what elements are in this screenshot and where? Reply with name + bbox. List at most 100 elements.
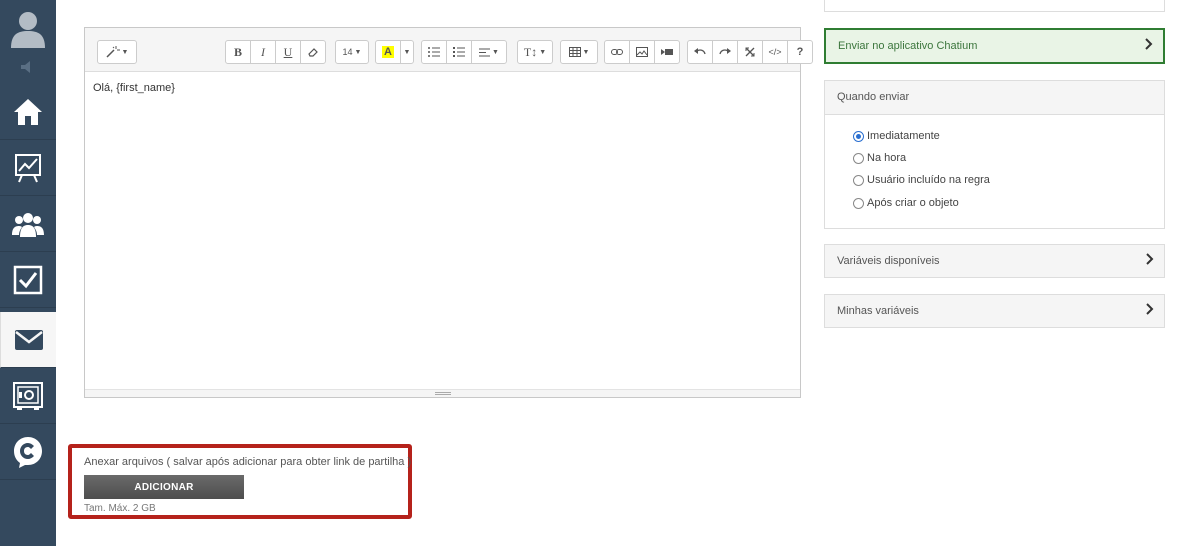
radio-label: Na hora [867, 152, 907, 164]
radio-label: Após criar o objeto [867, 197, 959, 209]
table-group: ▼ [560, 40, 598, 64]
redo-button[interactable] [712, 40, 738, 64]
when-to-send-options: Imediatamente Na hora Usuário incluído n… [825, 115, 1164, 228]
highlight-color-icon: A [382, 46, 394, 58]
radio-button[interactable] [853, 174, 864, 186]
bullet-list-icon [428, 47, 440, 57]
radio-option-at-time[interactable]: Na hora [853, 152, 906, 164]
insert-link-button[interactable] [604, 40, 630, 64]
font-size-value: 14 [342, 47, 353, 57]
sidebar-item-home[interactable] [0, 84, 56, 140]
code-icon: </> [768, 47, 782, 57]
editor-toolbar: ▼ B I U 14 ▼ A ▼ ▼ T↕ ▼ ▼ </> ? [85, 28, 813, 72]
sidebar-item-tasks[interactable] [0, 252, 56, 308]
when-to-send-title: Quando enviar [837, 91, 910, 103]
video-icon [661, 49, 673, 55]
sidebar-item-chatium[interactable] [0, 424, 56, 480]
chatium-logo-icon [14, 436, 42, 468]
speaker-icon [21, 61, 30, 73]
radio-option-after-create[interactable]: Após criar o objeto [853, 197, 959, 209]
line-height-icon: T↕ [523, 44, 538, 59]
my-variables-label: Minhas variáveis [837, 305, 919, 317]
attachments-section: Anexar arquivos ( salvar após adicionar … [68, 444, 412, 519]
numbered-list-button[interactable] [446, 40, 472, 64]
radio-button-checked[interactable] [853, 130, 864, 142]
chevron-right-icon [1146, 253, 1154, 265]
attachments-title: Anexar arquivos ( salvar após adicionar … [84, 456, 412, 468]
radio-button[interactable] [853, 197, 864, 209]
available-variables-panel[interactable]: Variáveis disponíveis [824, 244, 1165, 278]
font-size-group: 14 ▼ [335, 40, 369, 64]
bullet-list-button[interactable] [421, 40, 447, 64]
rich-text-editor: ▼ B I U 14 ▼ A ▼ ▼ T↕ ▼ ▼ </> ? Olá, {fi… [84, 27, 813, 398]
caret-down-icon: ▼ [539, 48, 547, 56]
history-group: </> ? [687, 40, 813, 64]
editor-content-text: Olá, {first_name} [93, 82, 175, 94]
font-size-select[interactable]: 14 ▼ [335, 40, 369, 64]
radio-button[interactable] [853, 152, 864, 164]
my-variables-panel[interactable]: Minhas variáveis [824, 294, 1165, 328]
sidebar-item-messages[interactable] [0, 312, 56, 368]
sidebar-item-users[interactable] [0, 196, 56, 252]
home-icon [14, 98, 42, 125]
insert-image-button[interactable] [629, 40, 655, 64]
image-icon [636, 47, 648, 57]
sidebar-item-reports[interactable] [0, 140, 56, 196]
caret-down-icon: ▼ [354, 48, 362, 56]
radio-option-user-included[interactable]: Usuário incluído na regra [853, 174, 990, 186]
radio-label: Imediatamente [867, 130, 940, 142]
insert-video-button[interactable] [654, 40, 680, 64]
chart-board-icon [15, 153, 41, 182]
align-select[interactable]: ▼ [471, 40, 507, 64]
numbered-list-icon [453, 47, 465, 57]
text-color-button[interactable]: A [375, 40, 401, 64]
line-height-select[interactable]: T↕ ▼ [517, 40, 553, 64]
editor-resize-handle[interactable] [85, 389, 800, 397]
sound-toggle[interactable] [0, 56, 56, 78]
insert-group [604, 40, 680, 64]
radio-label: Usuário incluído na regra [867, 174, 990, 186]
add-attachment-button[interactable]: ADICIONAR [84, 475, 244, 499]
table-select[interactable]: ▼ [560, 40, 598, 64]
fullscreen-button[interactable] [737, 40, 763, 64]
undo-button[interactable] [687, 40, 713, 64]
code-view-button[interactable]: </> [762, 40, 788, 64]
magic-style-button[interactable]: ▼ [97, 40, 137, 64]
eraser-icon [308, 48, 318, 57]
user-avatar-icon [11, 12, 45, 48]
align-left-icon [479, 48, 491, 56]
users-icon [12, 212, 44, 237]
clear-format-button[interactable] [300, 40, 326, 64]
help-button[interactable]: ? [787, 40, 813, 64]
color-dropdown-button[interactable]: ▼ [400, 40, 414, 64]
italic-button[interactable]: I [250, 40, 276, 64]
user-avatar[interactable] [0, 0, 56, 56]
undo-icon [694, 48, 706, 55]
send-in-app-panel[interactable]: Enviar no aplicativo Chatium [824, 28, 1165, 64]
underline-icon: U [283, 44, 293, 59]
max-size-text: Tam. Máx. 2 GB [84, 503, 156, 514]
line-height-group: T↕ ▼ [517, 40, 553, 64]
safe-icon [13, 381, 43, 410]
editor-content-area[interactable]: Olá, {first_name} [85, 72, 800, 390]
format-group: B I U [225, 40, 326, 64]
sidebar [0, 0, 56, 546]
bold-icon: B [233, 44, 242, 59]
resize-grip-icon [434, 392, 451, 395]
sidebar-item-vault[interactable] [0, 368, 56, 424]
when-to-send-panel: Quando enviar Imediatamente Na hora Usuá… [824, 80, 1165, 229]
available-variables-label: Variáveis disponíveis [837, 255, 940, 267]
chevron-right-icon [1146, 303, 1154, 315]
redo-icon [719, 48, 731, 55]
top-panel-remnant [824, 0, 1165, 12]
caret-down-icon: ▼ [582, 48, 590, 56]
radio-option-immediately[interactable]: Imediatamente [853, 130, 940, 142]
caret-down-icon: ▼ [492, 48, 499, 56]
italic-icon: I [261, 44, 265, 59]
link-icon [611, 49, 623, 55]
bold-button[interactable]: B [225, 40, 251, 64]
expand-icon [745, 47, 755, 57]
magic-wand-icon [106, 46, 120, 58]
underline-button[interactable]: U [275, 40, 301, 64]
caret-down-icon: ▼ [403, 48, 411, 56]
